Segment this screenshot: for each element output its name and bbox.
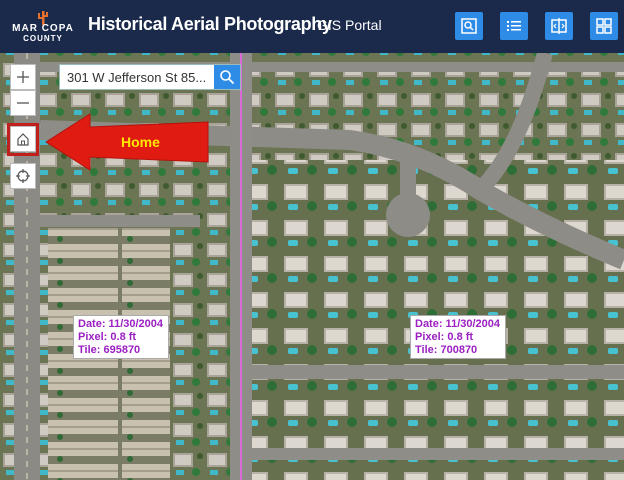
info-date: Date: 11/30/2004: [415, 318, 501, 330]
swipe-compare-button[interactable]: [545, 12, 573, 40]
app-header: MAR COPA COUNTY Historical Aerial Photog…: [0, 0, 624, 53]
app-title: Historical Aerial Photography: [88, 14, 332, 34]
crosshair-icon: [16, 169, 30, 183]
locate-button[interactable]: [10, 163, 36, 189]
list-icon: [507, 21, 521, 31]
logo-text-bottom: COUNTY: [23, 34, 63, 43]
info-pixel: Pixel: 0.8 ft: [78, 331, 137, 343]
logo-text-top: MAR COPA: [12, 23, 74, 34]
info-tile: Tile: 700870: [415, 344, 478, 356]
home-icon: [17, 133, 29, 146]
grid-icon: [596, 18, 612, 34]
search-panel-button[interactable]: [455, 12, 483, 40]
gis-portal-link[interactable]: GIS Portal: [317, 17, 382, 33]
info-pixel: Pixel: 0.8 ft: [415, 331, 474, 343]
grid-menu-button[interactable]: [590, 12, 618, 40]
tile-info-left: Date: 11/30/2004 Pixel: 0.8 ft Tile: 695…: [73, 315, 169, 359]
search-icon: [220, 70, 235, 85]
search-input[interactable]: 301 W Jefferson St 85...: [67, 70, 215, 85]
address-search[interactable]: 301 W Jefferson St 85...: [59, 64, 241, 90]
home-button[interactable]: [10, 126, 36, 152]
search-panel-icon: [461, 18, 477, 34]
tile-info-right: Date: 11/30/2004 Pixel: 0.8 ft Tile: 700…: [410, 315, 506, 359]
layer-list-button[interactable]: [500, 12, 528, 40]
search-button[interactable]: [214, 65, 240, 89]
zoom-out-button[interactable]: [10, 90, 36, 116]
info-tile: Tile: 695870: [78, 344, 141, 356]
plus-icon: [17, 71, 29, 83]
minus-icon: [17, 102, 29, 104]
zoom-in-button[interactable]: [10, 64, 36, 90]
swipe-compare-icon: [551, 18, 567, 34]
info-date: Date: 11/30/2004: [78, 318, 164, 330]
callout-label: Home: [121, 134, 160, 150]
maricopa-county-logo[interactable]: MAR COPA COUNTY: [10, 9, 76, 43]
